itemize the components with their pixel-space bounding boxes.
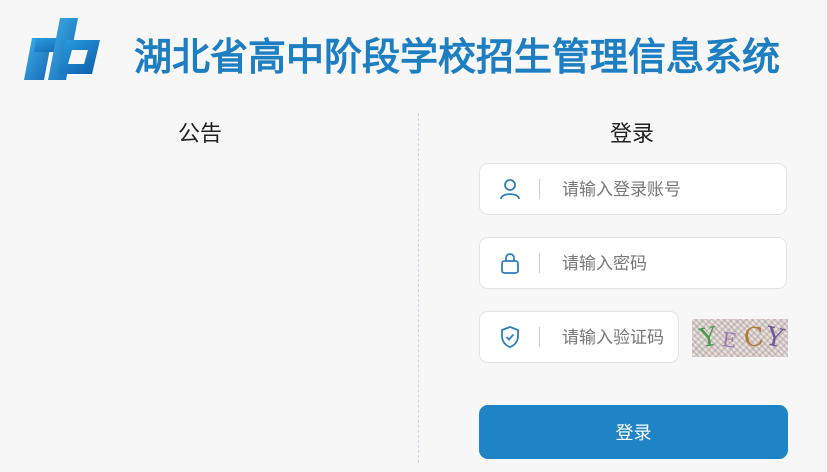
field-separator (539, 253, 540, 273)
login-page: 湖北省高中阶段学校招生管理信息系统 公告 登录 Y E C Y 登录 (0, 0, 827, 472)
login-button[interactable]: 登录 (479, 405, 788, 459)
username-input[interactable] (560, 172, 764, 208)
field-separator (539, 327, 540, 347)
username-field[interactable] (479, 163, 787, 215)
captcha-field[interactable] (479, 311, 679, 363)
captcha-char: Y (763, 321, 787, 355)
notice-title: 公告 (178, 122, 223, 147)
login-title: 登录 (610, 122, 655, 147)
captcha-char: E (720, 327, 739, 353)
panel-divider (418, 113, 419, 463)
password-field[interactable] (479, 237, 787, 289)
field-separator (539, 179, 540, 199)
captcha-char: Y (697, 321, 720, 355)
user-icon (500, 179, 520, 200)
shield-check-icon (501, 326, 519, 348)
captcha-input[interactable] (560, 320, 676, 356)
app-title: 湖北省高中阶段学校招生管理信息系统 (134, 35, 781, 79)
logo-icon (24, 18, 100, 80)
password-input[interactable] (560, 246, 764, 282)
captcha-image[interactable]: Y E C Y (692, 319, 788, 357)
captcha-char: C (742, 322, 766, 354)
lock-icon (501, 253, 519, 274)
